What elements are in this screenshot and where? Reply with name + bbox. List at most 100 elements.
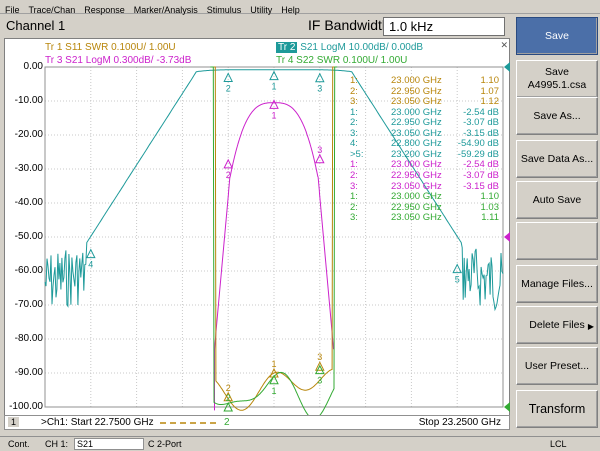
menu-item-utility[interactable]: Utility xyxy=(245,3,276,15)
marker-value: -3.15 dB xyxy=(463,127,499,139)
marker-frequency: 23.050 GHz xyxy=(391,96,442,108)
start-frequency[interactable]: >Ch1: Start 22.7500 GHz xyxy=(41,417,154,428)
marker-value: 1.12 xyxy=(480,96,500,108)
marker-value: -3.15 dB xyxy=(463,180,499,192)
marker-frequency: 22.950 GHz xyxy=(391,117,442,129)
marker-frequency: 22.800 GHz xyxy=(391,138,442,150)
active-param[interactable]: S21 xyxy=(74,438,144,450)
marker-number: 1 xyxy=(271,110,276,120)
softkey-auto-save[interactable]: Auto Save xyxy=(516,181,598,219)
trace-3-label[interactable]: Tr 3 S21 LogM 0.300dB/ -3.73dB xyxy=(45,55,191,66)
marker-frequency: 22.950 GHz xyxy=(391,85,442,97)
y-tick-label: 0.00 xyxy=(23,61,43,72)
marker-number: 2 xyxy=(226,83,231,93)
plot-close-icon[interactable]: ✕ xyxy=(500,40,508,51)
y-tick-label: -100.00 xyxy=(9,401,43,412)
submenu-arrow-icon: ▶ xyxy=(587,322,594,331)
marker-number: 3 xyxy=(317,84,322,94)
menu-item-trace-chan[interactable]: Trace/Chan xyxy=(24,3,80,15)
marker-index: >5: xyxy=(350,148,364,160)
marker-number: 3 xyxy=(317,145,322,155)
softkey-manage-files[interactable]: Manage Files... xyxy=(516,265,598,303)
trace-2-label[interactable]: Tr 2 S21 LogM 10.00dB/ 0.00dB xyxy=(276,42,423,53)
menu-item-file[interactable]: File xyxy=(0,3,24,15)
marker-index: 2: xyxy=(350,169,358,181)
marker-number: 1 xyxy=(271,359,276,369)
marker-value: -3.07 dB xyxy=(463,117,499,129)
menu-item-response[interactable]: Response xyxy=(79,3,129,15)
y-tick-label: -20.00 xyxy=(14,129,43,140)
softkey-label: Transform xyxy=(528,401,586,416)
trace-1-label[interactable]: Tr 1 S11 SWR 0.100U/ 1.00U xyxy=(45,42,176,53)
ifbw-label: IF Bandwidth xyxy=(308,17,390,33)
marker-index: 1: xyxy=(350,106,358,118)
marker-index: 1: xyxy=(350,75,358,86)
reference-level-icon xyxy=(504,62,510,72)
softkey-label: Manage Files... xyxy=(521,277,593,290)
marker-number: 4 xyxy=(88,260,93,270)
y-tick-label: -10.00 xyxy=(14,95,43,106)
marker-index: 4: xyxy=(350,138,358,150)
marker-frequency: 23.200 GHz xyxy=(391,148,442,160)
marker-number: 2 xyxy=(226,393,231,403)
softkey-label: Save xyxy=(545,29,569,42)
marker-number: 5 xyxy=(455,275,460,285)
cal-type: C 2-Port xyxy=(148,439,182,449)
marker-index: 3: xyxy=(350,127,358,139)
softkey-label: Save As... xyxy=(533,109,581,122)
remote-status: LCL xyxy=(550,439,567,449)
softkey-label: User Preset... xyxy=(524,359,590,372)
marker-value: 1.10 xyxy=(480,75,500,86)
channel-number: 1 xyxy=(8,417,20,427)
marker-frequency: 23.000 GHz xyxy=(391,191,442,203)
menu-bar: File Trace/Chan Response Marker/Analysis Sti… xyxy=(0,0,600,15)
marker-value: -3.07 dB xyxy=(463,169,499,181)
softkey-label: Save Data As... xyxy=(520,152,594,165)
softkey-label: Auto Save xyxy=(532,193,582,206)
ifbw-input[interactable]: 1.0 kHz xyxy=(383,17,505,36)
marker-frequency: 22.950 GHz xyxy=(391,201,442,213)
y-tick-label: -40.00 xyxy=(14,197,43,208)
marker-number: 2 xyxy=(226,170,231,180)
softkey-transform[interactable]: Transform xyxy=(516,390,598,428)
plot-area[interactable]: 2 1 3 4 5 1 2 3 1 2 3 1 2 3 Tr 1 S11 SWR 0.100U/ 1.00… xyxy=(4,38,510,420)
marker-triangle-icon xyxy=(314,153,325,164)
marker-triangle-icon xyxy=(223,72,234,82)
marker-index: 3: xyxy=(350,180,358,192)
softkey-save[interactable]: Save A4995.1.csa xyxy=(516,60,598,98)
marker-frequency: 22.950 GHz xyxy=(391,169,442,181)
softkey-save[interactable]: Save xyxy=(516,17,598,55)
marker-triangle-icon xyxy=(314,72,325,83)
softkey-save-data-as[interactable]: Save Data As... xyxy=(516,140,598,178)
y-tick-label: -70.00 xyxy=(14,299,43,310)
sweep-mode: Cont. xyxy=(8,439,30,449)
bottom-status-bar: Cont. CH 1: S21 C 2-Port LCL xyxy=(0,436,600,451)
softkey-label: Save xyxy=(545,66,569,78)
stop-frequency[interactable]: Stop 23.2500 GHz xyxy=(419,417,501,428)
marker-triangle-icon xyxy=(269,99,279,109)
softkey-user-preset[interactable]: User Preset... xyxy=(516,347,598,385)
y-tick-label: -30.00 xyxy=(14,163,43,174)
channel-title: Channel 1 xyxy=(6,18,66,33)
status-bar: 1 >Ch1: Start 22.7500 GHz 2 Stop 23.2500… xyxy=(4,415,510,430)
marker-number: 2 xyxy=(226,383,231,393)
softkey-delete-files[interactable]: Delete Files ▶ xyxy=(516,306,598,344)
channel-header: Channel 1 IF Bandwidth 1.0 kHz xyxy=(0,15,512,37)
softkey-save-as[interactable]: Save As... xyxy=(516,97,598,135)
trace-4-label[interactable]: Tr 4 S22 SWR 0.100U/ 1.00U xyxy=(276,55,407,66)
softkey-label: A4995.1.csa xyxy=(527,79,587,91)
marker-value: -2.54 dB xyxy=(463,159,499,171)
marker-frequency: 23.000 GHz xyxy=(391,106,442,118)
softkey-blank[interactable] xyxy=(516,222,598,260)
menu-item-stimulus[interactable]: Stimulus xyxy=(202,3,246,15)
marker-index: 2: xyxy=(350,85,358,97)
marker-index: 3: xyxy=(350,212,358,224)
menu-item-marker-analysis[interactable]: Marker/Analysis xyxy=(129,3,202,15)
trace-2-tag: Tr 2 xyxy=(276,42,298,53)
marker-frequency: 23.000 GHz xyxy=(391,159,442,171)
menu-item-help[interactable]: Help xyxy=(276,3,304,15)
marker-value: -2.54 dB xyxy=(463,106,499,118)
marker-number: 1 xyxy=(271,82,276,92)
y-tick-label: -80.00 xyxy=(14,333,43,344)
legend-marker-label: 2 xyxy=(224,417,230,428)
